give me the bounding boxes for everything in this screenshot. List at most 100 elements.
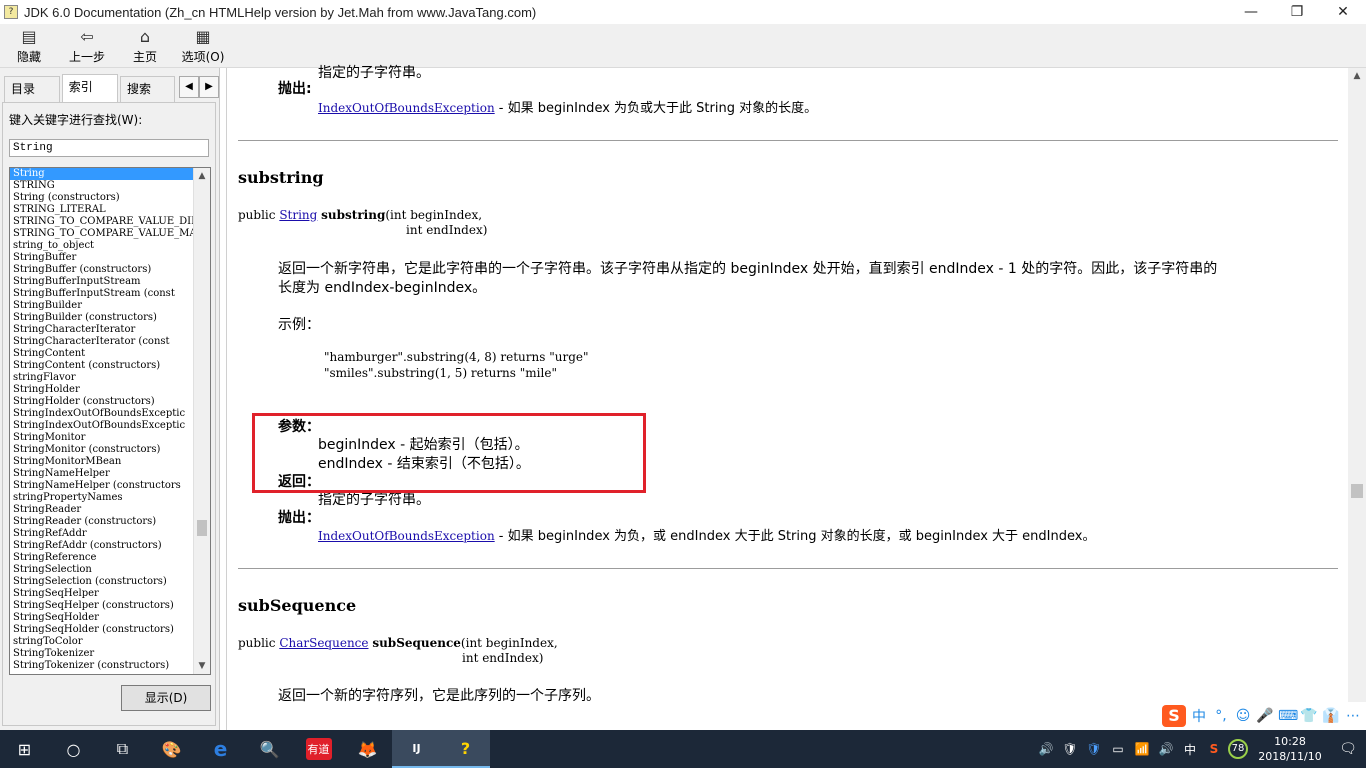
- edge-browser-icon[interactable]: e: [196, 730, 245, 768]
- youdao-dict-icon[interactable]: 有道: [294, 730, 343, 768]
- tab-search[interactable]: 搜索(S): [120, 76, 175, 120]
- index-list-item[interactable]: StringCharacterIterator: [10, 324, 194, 336]
- keyword-input[interactable]: [9, 139, 209, 157]
- volume-icon[interactable]: 🔊: [1154, 742, 1178, 756]
- exception-link[interactable]: IndexOutOfBoundsException: [318, 529, 495, 543]
- restore-button[interactable]: ❐: [1274, 0, 1320, 24]
- ime-keyboard-icon[interactable]: ⌨: [1278, 708, 1298, 724]
- task-view-icon[interactable]: ⧉: [98, 730, 147, 768]
- index-list-item[interactable]: StringReference: [10, 552, 194, 564]
- index-list-item[interactable]: StringMonitor (constructors): [10, 444, 194, 456]
- sogou-logo-icon[interactable]: S: [1162, 705, 1186, 727]
- index-list-item[interactable]: StringReader (constructors): [10, 516, 194, 528]
- cortana-icon[interactable]: ○: [49, 730, 98, 768]
- example-line1: "hamburger".substring(4, 8) returns "urg…: [324, 350, 589, 364]
- charsequence-type-link[interactable]: CharSequence: [279, 636, 368, 650]
- ime-punctuation-icon[interactable]: °,: [1212, 708, 1230, 724]
- index-list-item[interactable]: STRING_TO_COMPARE_VALUE_DIFFER: [10, 216, 194, 228]
- index-list-item[interactable]: StringMonitorMBean: [10, 456, 194, 468]
- index-list-item[interactable]: StringBuffer: [10, 252, 194, 264]
- home-button[interactable]: ⌂ 主页: [116, 24, 174, 68]
- notification-center-icon[interactable]: 🗨: [1330, 741, 1366, 757]
- index-list-item[interactable]: string_to_object: [10, 240, 194, 252]
- index-list-item[interactable]: StringReader: [10, 504, 194, 516]
- index-list-item[interactable]: stringPropertyNames: [10, 492, 194, 504]
- content-scroll-up-icon[interactable]: ▲: [1348, 68, 1366, 84]
- index-list-item[interactable]: StringSelection: [10, 564, 194, 576]
- index-list-item[interactable]: StringSeqHolder (constructors): [10, 624, 194, 636]
- index-list[interactable]: String STRING String (constructors) STRING_…: [9, 167, 211, 675]
- system-monitor-badge[interactable]: 78: [1226, 739, 1250, 759]
- ime-tools-icon[interactable]: 👔: [1322, 708, 1340, 724]
- string-type-link[interactable]: String: [279, 208, 317, 222]
- index-list-item[interactable]: StringHolder (constructors): [10, 396, 194, 408]
- content-scrollbar[interactable]: ▲ ▼: [1348, 68, 1366, 730]
- scroll-up-icon[interactable]: ▲: [194, 168, 210, 184]
- index-list-item[interactable]: StringSeqHelper: [10, 588, 194, 600]
- index-list-item[interactable]: StringSeqHolder: [10, 612, 194, 624]
- minimize-button[interactable]: —: [1228, 0, 1274, 24]
- index-list-item[interactable]: StringNameHelper (constructors: [10, 480, 194, 492]
- wifi-icon[interactable]: 📶: [1130, 742, 1154, 756]
- ime-language-toggle[interactable]: 中: [1190, 706, 1208, 726]
- index-list-item[interactable]: STRING_LITERAL: [10, 204, 194, 216]
- input-language-indicator[interactable]: 中: [1178, 741, 1202, 758]
- help-viewer-taskbar-icon[interactable]: ?: [441, 730, 490, 768]
- prev-exception-link[interactable]: IndexOutOfBoundsException: [318, 101, 495, 115]
- window-title: JDK 6.0 Documentation (Zh_cn HTMLHelp ve…: [24, 4, 537, 20]
- security-shield-icon[interactable]: 🛡: [1058, 742, 1082, 756]
- index-list-item[interactable]: stringFlavor: [10, 372, 194, 384]
- index-list-item[interactable]: StringBufferInputStream: [10, 276, 194, 288]
- battery-icon[interactable]: ▭: [1106, 742, 1130, 756]
- index-list-item[interactable]: STRING_TO_COMPARE_VALUE_MATCHE: [10, 228, 194, 240]
- close-button[interactable]: ✕: [1320, 0, 1366, 24]
- paint-app-icon[interactable]: 🎨: [147, 730, 196, 768]
- index-list-item[interactable]: StringRefAddr (constructors): [10, 540, 194, 552]
- index-scrollbar[interactable]: ▲ ▼: [193, 168, 210, 674]
- index-list-item[interactable]: stringToColor: [10, 636, 194, 648]
- start-button-icon[interactable]: ⊞: [0, 730, 49, 768]
- index-list-item[interactable]: String: [10, 168, 194, 180]
- index-list-item[interactable]: StringCharacterIterator (const: [10, 336, 194, 348]
- index-list-item[interactable]: StringSelection (constructors): [10, 576, 194, 588]
- scroll-thumb[interactable]: [197, 520, 207, 536]
- tab-scroll-left-icon[interactable]: ◀: [178, 76, 199, 98]
- index-list-item[interactable]: STRING: [10, 180, 194, 192]
- index-list-item[interactable]: StringBufferInputStream (const: [10, 288, 194, 300]
- scroll-down-icon[interactable]: ▼: [194, 658, 210, 674]
- index-list-item[interactable]: StringBuffer (constructors): [10, 264, 194, 276]
- index-list-item[interactable]: String (constructors): [10, 192, 194, 204]
- index-list-item[interactable]: StringHolder: [10, 384, 194, 396]
- index-list-item[interactable]: StringTokenizer (constructors): [10, 660, 194, 672]
- index-list-item[interactable]: StringRefAddr: [10, 528, 194, 540]
- index-list-item[interactable]: StringMonitor: [10, 432, 194, 444]
- index-list-item[interactable]: StringSeqHelper (constructors): [10, 600, 194, 612]
- index-list-item[interactable]: StringContent (constructors): [10, 360, 194, 372]
- firefox-icon[interactable]: 🦊: [343, 730, 392, 768]
- back-button[interactable]: ⇦ 上一步: [58, 24, 116, 68]
- intellij-icon[interactable]: IJ: [392, 730, 441, 768]
- audio-alert-icon[interactable]: 🔊: [1034, 742, 1058, 756]
- search-everything-icon[interactable]: 🔍: [245, 730, 294, 768]
- ime-skin-icon[interactable]: 👕: [1300, 708, 1318, 724]
- hide-button[interactable]: ▤ 隐藏: [0, 24, 58, 68]
- tab-contents[interactable]: 目录(C): [4, 76, 60, 120]
- ime-more-icon[interactable]: ⋯: [1344, 708, 1362, 724]
- index-list-item[interactable]: StringBuilder: [10, 300, 194, 312]
- index-list-item[interactable]: StringContent: [10, 348, 194, 360]
- content-scroll-thumb[interactable]: [1351, 484, 1363, 498]
- index-list-item[interactable]: StringIndexOutOfBoundsExceptic: [10, 408, 194, 420]
- ime-emoji-icon[interactable]: ☺: [1234, 708, 1252, 724]
- tab-scroll-right-icon[interactable]: ▶: [198, 76, 219, 98]
- clock[interactable]: 10:28 2018/11/10: [1250, 734, 1330, 764]
- sogou-tray-icon[interactable]: S: [1202, 742, 1226, 756]
- index-list-item[interactable]: StringIndexOutOfBoundsExceptic: [10, 420, 194, 432]
- ime-voice-icon[interactable]: 🎤: [1256, 708, 1274, 724]
- tab-index[interactable]: 索引(N): [61, 74, 119, 118]
- defender-icon[interactable]: 🛡: [1082, 742, 1106, 756]
- index-list-item[interactable]: StringNameHelper: [10, 468, 194, 480]
- index-list-item[interactable]: StringTokenizer: [10, 648, 194, 660]
- index-list-item[interactable]: StringBuilder (constructors): [10, 312, 194, 324]
- display-button[interactable]: 显示(D): [121, 685, 211, 711]
- options-button[interactable]: ▦ 选项(O): [174, 24, 232, 68]
